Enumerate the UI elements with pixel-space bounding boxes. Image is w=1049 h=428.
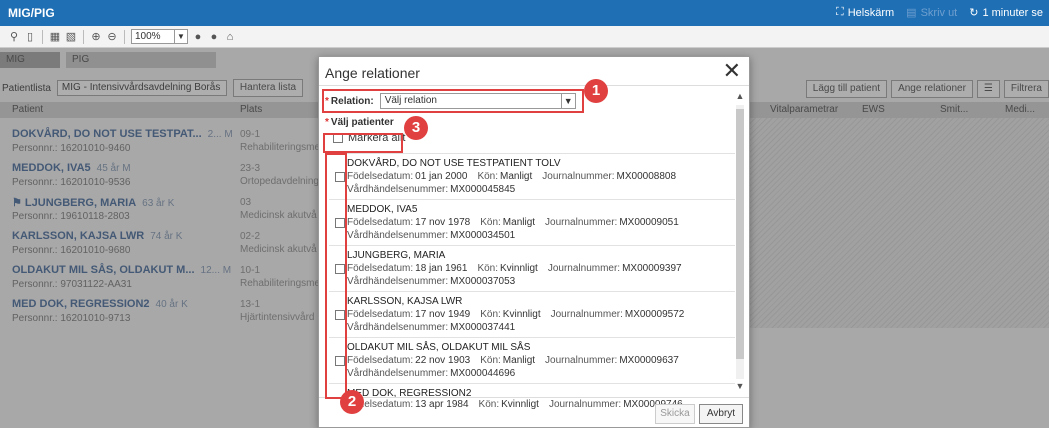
cancel-button[interactable]: Avbryt: [699, 404, 743, 424]
annotation-box-select-all: [323, 133, 403, 153]
patient-event: Vårdhändelsenummer: MX000045845: [347, 184, 516, 195]
page-icon[interactable]: ▯: [24, 31, 36, 43]
annotation-badge: 1: [584, 79, 608, 103]
required-marker: *: [325, 117, 329, 128]
scroll-thumb[interactable]: [736, 109, 744, 359]
toolbar-divider: [124, 29, 125, 44]
fullscreen-icon: ⛶: [836, 6, 844, 18]
patient-name: OLDAKUT MIL SÅS, OLDAKUT MIL SÅS: [347, 342, 531, 353]
toolbar-divider: [42, 29, 43, 44]
print-button[interactable]: ▤ Skriv ut: [906, 6, 958, 20]
select-patients-label: * Välj patienter: [325, 117, 394, 128]
fullscreen-label: Helskärm: [847, 6, 895, 19]
refresh-icon: ↻: [969, 7, 979, 19]
home-icon[interactable]: ⌂: [224, 31, 236, 43]
list-item[interactable]: LJUNGBERG, MARIA Födelsedatum: 18 jan 196…: [329, 245, 735, 291]
toolbar: ⚲ ▯ ▦ ▧ ⊕ ⊖ 100% ▼ ● ● ⌂: [0, 26, 1049, 48]
patient-details: Födelsedatum: 22 nov 1903 Kön: Manligt Journ…: [347, 355, 679, 366]
patient-event: Vårdhändelsenummer: MX000044696: [347, 368, 516, 379]
patient-name: LJUNGBERG, MARIA: [347, 250, 446, 261]
close-icon[interactable]: ✕: [723, 60, 741, 82]
refresh-button[interactable]: ↻ 1 minuter se: [969, 6, 1043, 20]
zoom-input[interactable]: 100%: [131, 29, 175, 44]
patient-name: DOKVÅRD, DO NOT USE TESTPATIENT TOLV: [347, 158, 561, 169]
toolbar-divider: [83, 29, 84, 44]
patient-event: Vårdhändelsenummer: MX000034501: [347, 230, 516, 241]
print-preview-icon[interactable]: ▧: [65, 31, 77, 43]
dialog-divider: [319, 85, 749, 86]
printer-icon: ▤: [906, 7, 917, 19]
patient-event: Vårdhändelsenummer: MX000037441: [347, 322, 516, 333]
zoom-out-icon[interactable]: ⊖: [106, 31, 118, 43]
binoculars-icon[interactable]: ⚲: [8, 31, 20, 43]
list-item[interactable]: OLDAKUT MIL SÅS, OLDAKUT MIL SÅS Födelse…: [329, 337, 735, 383]
patient-details: Födelsedatum: 17 nov 1949 Kön: Kvinnligt Jou…: [347, 309, 685, 320]
circle-icon[interactable]: ●: [208, 31, 220, 43]
annotation-badge: 3: [404, 116, 428, 140]
dialog-footer: Skicka Avbryt: [319, 397, 749, 427]
titlebar-actions: ⛶ Helskärm ▤ Skriv ut ↻ 1 minuter se: [836, 6, 1043, 19]
annotation-box-relation: [322, 89, 584, 113]
refresh-label: 1 minuter se: [982, 6, 1043, 19]
patient-name: MEDDOK, IVA5: [347, 204, 418, 215]
chevron-down-icon[interactable]: ▼: [174, 29, 188, 44]
circle-icon[interactable]: ●: [192, 31, 204, 43]
list-item[interactable]: KARLSSON, KAJSA LWR Födelsedatum: 17 nov …: [329, 291, 735, 337]
print-icon[interactable]: ▦: [49, 31, 61, 43]
list-item[interactable]: DOKVÅRD, DO NOT USE TESTPATIENT TOLV Föd…: [329, 153, 735, 199]
scroll-up-icon[interactable]: ▲: [734, 91, 746, 103]
app-title: MIG/PIG: [8, 6, 55, 20]
title-bar: MIG/PIG ⛶ Helskärm ▤ Skriv ut ↻ 1 minute…: [0, 0, 1049, 26]
scroll-down-icon[interactable]: ▼: [734, 381, 746, 393]
print-label: Skriv ut: [920, 6, 958, 19]
fullscreen-button[interactable]: ⛶ Helskärm: [836, 6, 894, 19]
patient-details: Födelsedatum: 01 jan 2000 Kön: Manligt Journ…: [347, 171, 677, 182]
annotation-badge: 2: [340, 390, 364, 414]
list-item[interactable]: MEDDOK, IVA5 Födelsedatum: 17 nov 1978 Kön…: [329, 199, 735, 245]
annotation-box-checkboxes: [325, 153, 347, 399]
dialog-scrollbar[interactable]: ▲ ▼: [734, 91, 746, 393]
dialog-title: Ange relationer: [325, 65, 420, 81]
patient-details: Födelsedatum: 18 jan 1961 Kön: Kvinnligt Jou…: [347, 263, 682, 274]
patient-name: KARLSSON, KAJSA LWR: [347, 296, 463, 307]
zoom-in-icon[interactable]: ⊕: [90, 31, 102, 43]
patient-details: Födelsedatum: 17 nov 1978 Kön: Manligt Journ…: [347, 217, 679, 228]
patient-event: Vårdhändelsenummer: MX000037053: [347, 276, 516, 287]
send-button[interactable]: Skicka: [655, 404, 695, 424]
